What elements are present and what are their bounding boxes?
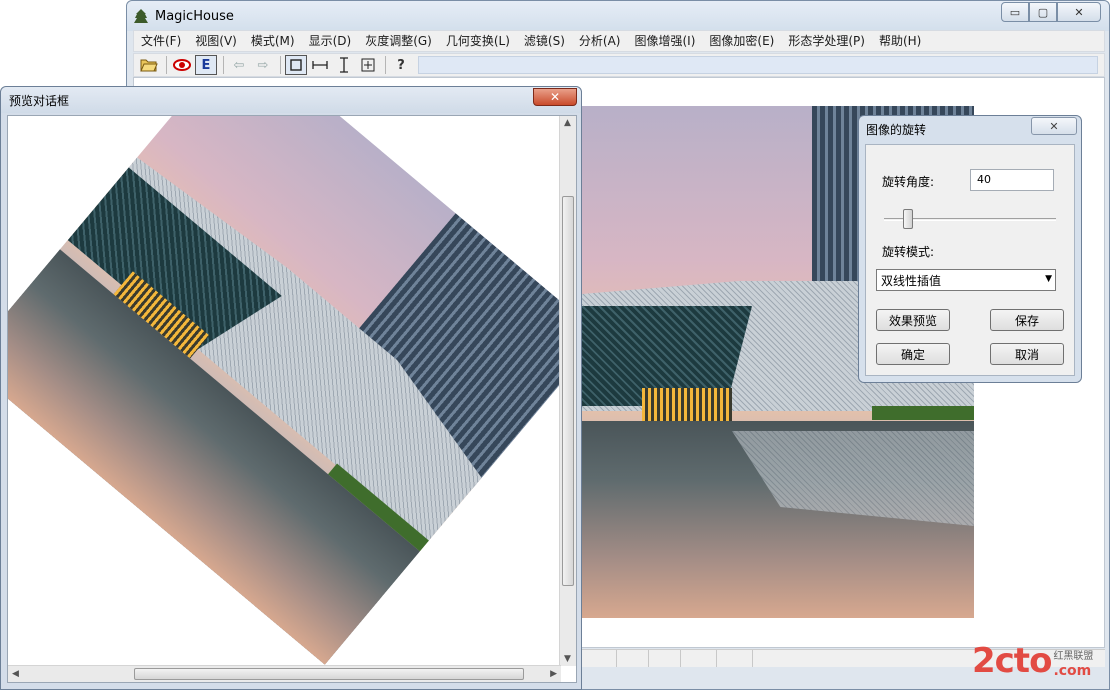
watermark-sub-bottom: .com [1053, 663, 1092, 679]
forward-arrow-icon[interactable]: ⇨ [252, 55, 274, 75]
mode-select-value: 双线性插值 [881, 273, 942, 288]
image-grass [872, 406, 974, 420]
preview-titlebar[interactable]: 预览对话框 [1, 87, 581, 113]
menu-bar: 文件(F) 视图(V) 模式(M) 显示(D) 灰度调整(G) 几何变换(L) … [133, 30, 1105, 52]
rotated-image [8, 116, 576, 665]
scroll-left-icon[interactable]: ◀ [12, 669, 19, 679]
e-icon[interactable]: E [195, 55, 217, 75]
horizontal-scrollbar[interactable]: ◀ ▶ [8, 665, 561, 682]
e-icon-label: E [201, 57, 211, 73]
close-button[interactable]: ✕ [1057, 2, 1101, 22]
menu-grayscale[interactable]: 灰度调整(G) [358, 31, 439, 51]
watermark: 2cto 红黑联盟 .com [972, 644, 1093, 678]
window-title: MagicHouse [155, 8, 234, 24]
scroll-right-icon[interactable]: ▶ [550, 669, 557, 679]
cancel-button[interactable]: 取消 [990, 343, 1064, 365]
main-titlebar[interactable]: MagicHouse ▭ ▢ ✕ [127, 1, 1109, 31]
mode-label: 旋转模式: [882, 245, 935, 259]
eye-icon[interactable] [171, 55, 193, 75]
horizontal-scroll-thumb[interactable] [134, 668, 524, 680]
vertical-scrollbar[interactable]: ▲ ▼ [559, 116, 576, 666]
open-folder-icon[interactable] [138, 55, 160, 75]
preview-dialog: 预览对话框 ✕ ▲ ▼ ◀ ▶ [0, 86, 582, 690]
menu-display[interactable]: 显示(D) [302, 31, 359, 51]
angle-label: 旋转角度: [882, 175, 935, 189]
status-cell [649, 650, 681, 667]
select-rect-icon[interactable] [285, 55, 307, 75]
toolbar-separator [166, 56, 167, 74]
menu-morphology[interactable]: 形态学处理(P) [781, 31, 872, 51]
toolbar-separator [385, 56, 386, 74]
maximize-button[interactable]: ▢ [1029, 2, 1057, 22]
save-button[interactable]: 保存 [990, 309, 1064, 331]
rotate-dialog: 图像的旋转 ✕ 旋转角度: 40 旋转模式: 双线性插值 ▼ 效果预览 保存 确… [858, 115, 1082, 383]
status-cell [717, 650, 753, 667]
image-lights [642, 388, 732, 422]
rotate-close-button[interactable]: ✕ [1031, 117, 1077, 135]
toolbar-separator [280, 56, 281, 74]
mode-select[interactable]: 双线性插值 ▼ [876, 269, 1056, 291]
menu-geometry[interactable]: 几何变换(L) [439, 31, 517, 51]
toolbar: E ⇦ ⇨ ? [133, 53, 1105, 77]
rotate-client-area: 旋转角度: 40 旋转模式: 双线性插值 ▼ 效果预览 保存 确定 取消 [865, 144, 1075, 376]
back-arrow-icon[interactable]: ⇦ [228, 55, 250, 75]
app-icon [133, 8, 149, 24]
toolbar-spacer [418, 56, 1098, 74]
watermark-logo: 2cto [972, 641, 1052, 681]
angle-input[interactable]: 40 [970, 169, 1054, 191]
preview-button[interactable]: 效果预览 [876, 309, 950, 331]
minimize-button[interactable]: ▭ [1001, 2, 1029, 22]
fit-window-icon[interactable] [357, 55, 379, 75]
preview-title: 预览对话框 [9, 93, 70, 108]
scroll-up-icon[interactable]: ▲ [564, 118, 571, 128]
scroll-down-icon[interactable]: ▼ [564, 654, 571, 664]
menu-mode[interactable]: 模式(M) [244, 31, 302, 51]
measure-vertical-icon[interactable] [333, 55, 355, 75]
measure-horizontal-icon[interactable] [309, 55, 331, 75]
chevron-down-icon: ▼ [1045, 274, 1052, 284]
menu-enhance[interactable]: 图像增强(I) [627, 31, 702, 51]
menu-view[interactable]: 视图(V) [188, 31, 244, 51]
preview-client-area: ▲ ▼ ◀ ▶ [7, 115, 577, 683]
angle-slider-thumb[interactable] [903, 209, 913, 229]
rotate-title: 图像的旋转 [866, 122, 927, 137]
watermark-sub-top: 红黑联盟 [1053, 651, 1094, 662]
menu-file[interactable]: 文件(F) [134, 31, 188, 51]
toolbar-separator [223, 56, 224, 74]
help-icon[interactable]: ? [390, 55, 412, 75]
vertical-scroll-thumb[interactable] [562, 196, 574, 586]
help-icon-label: ? [397, 57, 405, 73]
menu-help[interactable]: 帮助(H) [872, 31, 928, 51]
status-cell [681, 650, 717, 667]
ok-button[interactable]: 确定 [876, 343, 950, 365]
menu-analysis[interactable]: 分析(A) [572, 31, 628, 51]
preview-close-button[interactable]: ✕ [533, 88, 577, 106]
status-cell [617, 650, 649, 667]
menu-encrypt[interactable]: 图像加密(E) [702, 31, 781, 51]
menu-filter[interactable]: 滤镜(S) [517, 31, 572, 51]
